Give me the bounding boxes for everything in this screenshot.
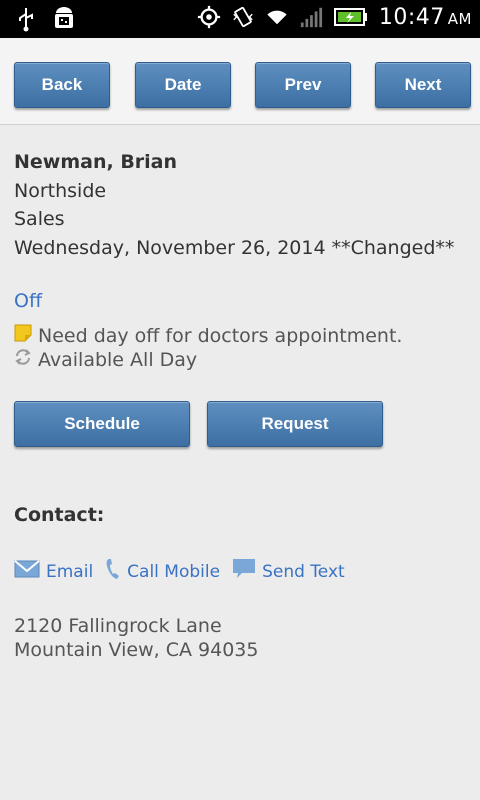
email-label[interactable]: Email <box>46 562 93 582</box>
send-text-link[interactable]: Send Text <box>232 558 345 585</box>
phone-icon <box>105 558 121 585</box>
address-line-1: 2120 Fallingrock Lane <box>14 615 222 637</box>
shift-note: Need day off for doctors appointment. <box>14 324 402 347</box>
next-button[interactable]: Next <box>375 62 471 108</box>
availability-text: Available All Day <box>38 348 198 371</box>
prev-button[interactable]: Prev <box>255 62 351 108</box>
address-line-2: Mountain View, CA 94035 <box>14 639 259 661</box>
signal-icon <box>299 4 323 30</box>
envelope-icon <box>14 560 40 583</box>
battery-charging-icon <box>333 4 369 30</box>
android-debug-icon <box>52 6 76 32</box>
usb-icon <box>14 6 38 32</box>
nav-toolbar: Back Date Prev Next <box>0 38 480 125</box>
schedule-button[interactable]: Schedule <box>14 401 190 447</box>
back-button[interactable]: Back <box>14 62 110 108</box>
contact-links: Email Call Mobile Send Text <box>14 558 345 585</box>
clock: 10:47 AM <box>378 4 472 30</box>
wifi-icon <box>265 4 289 30</box>
date-button[interactable]: Date <box>135 62 231 108</box>
vibrate-icon <box>231 4 255 30</box>
email-link[interactable]: Email <box>14 560 93 583</box>
shift-note-text: Need day off for doctors appointment. <box>38 324 403 347</box>
shift-date: Wednesday, November 26, 2014 **Changed** <box>14 236 455 259</box>
request-button[interactable]: Request <box>207 401 383 447</box>
call-mobile-link[interactable]: Call Mobile <box>105 558 220 585</box>
call-mobile-label[interactable]: Call Mobile <box>127 562 220 582</box>
refresh-icon <box>14 348 32 371</box>
status-bar: 10:47 AM <box>0 0 480 38</box>
address: 2120 Fallingrock Lane Mountain View, CA … <box>14 614 258 662</box>
employee-location: Northside <box>14 179 107 202</box>
gps-icon <box>197 4 221 30</box>
chat-bubble-icon <box>232 558 256 585</box>
send-text-label[interactable]: Send Text <box>262 562 345 582</box>
employee-details: Newman, Brian Northside Sales Wednesday,… <box>14 148 470 262</box>
employee-department: Sales <box>14 208 65 230</box>
availability: Available All Day <box>14 348 197 371</box>
shift-status[interactable]: Off <box>14 290 42 312</box>
employee-name: Newman, Brian <box>14 151 178 173</box>
sticky-note-icon <box>14 324 32 347</box>
contact-header: Contact: <box>14 504 105 526</box>
